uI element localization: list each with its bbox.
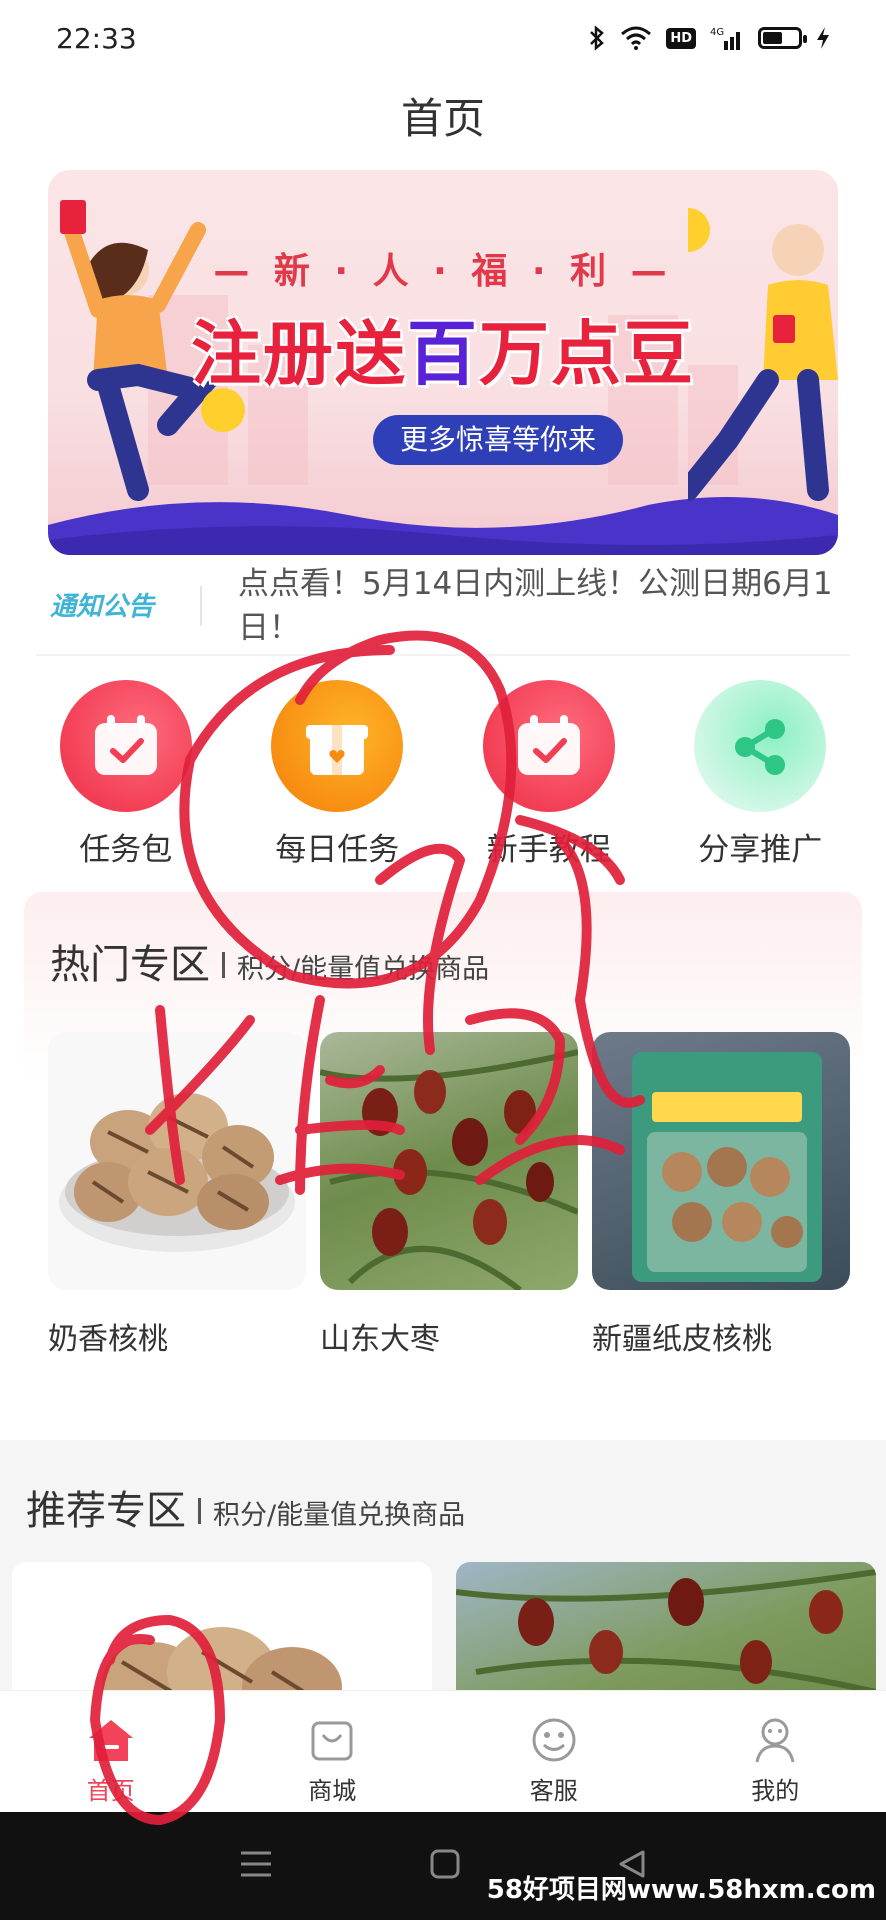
status-bar: 22:33 HD 4G	[0, 0, 886, 76]
feature-task-pack[interactable]: 任务包	[36, 680, 216, 868]
section-subtitle: 积分/能量值兑换商品	[237, 954, 490, 985]
section-title: 推荐专区	[26, 1488, 186, 1534]
wifi-icon	[620, 26, 652, 50]
product-image-walnut	[102, 1627, 342, 1702]
section-subtitle: 积分/能量值兑换商品	[213, 1500, 466, 1531]
feature-label: 分享推广	[698, 832, 823, 868]
hd-badge: HD	[666, 27, 696, 49]
battery-icon	[758, 27, 807, 49]
menu-icon[interactable]	[239, 1850, 273, 1882]
feature-label: 每日任务	[275, 832, 400, 868]
product-name: 奶香核桃	[48, 1322, 168, 1357]
home-square-icon[interactable]	[430, 1849, 460, 1883]
tab-label: 首页	[86, 1777, 135, 1805]
feature-daily-task[interactable]: 每日任务	[247, 680, 427, 868]
product-card[interactable]: 奶香核桃	[48, 1032, 306, 1358]
status-time: 22:33	[56, 21, 137, 55]
product-card[interactable]: 新疆纸皮核桃	[592, 1032, 850, 1358]
product-image-walnut	[48, 1032, 306, 1290]
recommend-product-card[interactable]	[456, 1562, 876, 1702]
charging-icon	[816, 26, 830, 50]
product-image-walnut-bag	[592, 1032, 850, 1290]
notice-bar[interactable]: 通知公告 点点看！5月14日内测上线！公测日期6月1日！	[36, 556, 850, 656]
product-name: 山东大枣	[320, 1322, 440, 1357]
share-icon	[694, 680, 827, 812]
tab-label: 客服	[529, 1777, 578, 1805]
title-divider	[198, 1498, 201, 1524]
svg-text:4G: 4G	[710, 27, 724, 38]
feature-share[interactable]: 分享推广	[670, 680, 850, 868]
gift-box-icon	[271, 680, 404, 812]
user-icon	[750, 1715, 800, 1765]
banner-cta-button[interactable]: 更多惊喜等你来	[373, 415, 623, 465]
smiley-icon	[529, 1715, 579, 1765]
feature-tutorial[interactable]: 新手教程	[459, 680, 639, 868]
feature-label: 任务包	[79, 832, 173, 868]
recommend-product-list	[12, 1562, 876, 1702]
calendar-check-icon	[59, 680, 192, 812]
home-icon	[86, 1715, 136, 1765]
tab-mall[interactable]: 商城	[222, 1691, 444, 1812]
product-image-jujube	[320, 1032, 578, 1290]
tab-service[interactable]: 客服	[443, 1691, 665, 1812]
feature-grid: 任务包 每日任务 新手教程 分享推广	[0, 680, 886, 868]
product-name: 新疆纸皮核桃	[592, 1322, 772, 1357]
recommend-zone-header: 推荐专区 积分/能量值兑换商品	[26, 1478, 465, 1536]
product-image-jujube	[456, 1569, 876, 1695]
feature-label: 新手教程	[486, 832, 611, 868]
tab-home[interactable]: 首页	[0, 1691, 222, 1812]
status-icons: HD 4G	[588, 25, 830, 51]
calendar-check-icon	[482, 680, 615, 812]
banner-subtitle: — 新 · 人 · 福 · 利 —	[213, 251, 673, 292]
tab-label: 商城	[308, 1777, 357, 1805]
hot-zone-header: 热门专区 积分/能量值兑换商品	[50, 932, 489, 990]
page-title: 首页	[400, 94, 485, 143]
signal-icon: 4G	[710, 25, 744, 51]
hot-product-list: 奶香核桃 山东大枣 新疆纸皮核桃	[48, 1032, 850, 1358]
section-title: 热门专区	[50, 942, 210, 988]
banner-headline: 注册送百万点豆	[191, 313, 695, 395]
notice-divider	[200, 586, 202, 626]
bottom-tab-bar: 首页 商城 客服 我的	[0, 1690, 886, 1812]
product-card[interactable]: 山东大枣	[320, 1032, 578, 1358]
bluetooth-icon	[588, 25, 606, 51]
watermark-text: 58好项目网www.58hxm.com	[486, 1875, 876, 1905]
recommend-product-card[interactable]	[12, 1562, 432, 1702]
shopping-bag-icon	[307, 1715, 357, 1765]
notice-text[interactable]: 点点看！5月14日内测上线！公测日期6月1日！	[238, 562, 838, 650]
hot-zone-section: 热门专区 积分/能量值兑换商品 奶香核桃 山东大枣 新疆纸皮核桃	[24, 892, 862, 1362]
title-divider	[222, 952, 225, 978]
promo-banner[interactable]: — 新 · 人 · 福 · 利 — 注册送百万点豆 更多惊喜等你来	[48, 170, 838, 555]
tab-label: 我的	[751, 1777, 800, 1805]
notice-logo: 通知公告	[50, 592, 155, 622]
tab-profile[interactable]: 我的	[665, 1691, 886, 1812]
